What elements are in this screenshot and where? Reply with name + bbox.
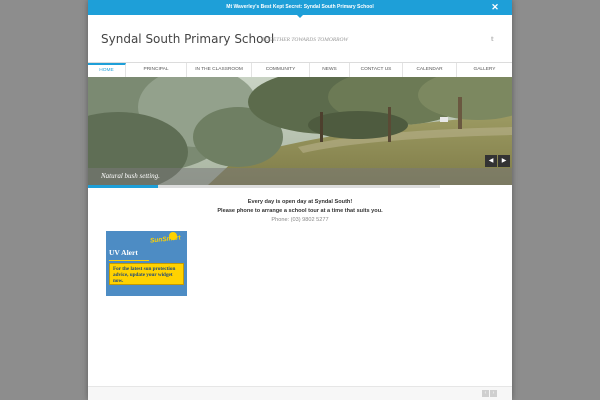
slider-progress-fill xyxy=(88,185,159,188)
nav-item-contact-us[interactable]: CONTACT US xyxy=(350,63,403,77)
intro-text: Every day is open day at Syndal South! P… xyxy=(88,198,512,225)
site-title[interactable]: Syndal South Primary School xyxy=(101,32,274,46)
uv-alert-widget[interactable]: SunSmart UV Alert For the latest sun pro… xyxy=(106,231,187,296)
uv-alert-message[interactable]: For the latest sun protection advice, up… xyxy=(109,263,184,285)
site-tagline: TOGETHER TOWARDS TOMORROW xyxy=(262,37,349,43)
footer-next-icon[interactable]: › xyxy=(490,390,497,397)
intro-line-1: Every day is open day at Syndal South! xyxy=(247,199,353,205)
main-navigation: HOME PRINCIPAL IN THE CLASSROOM COMMUNIT… xyxy=(88,62,512,78)
nav-item-calendar[interactable]: CALENDAR xyxy=(403,63,457,77)
announcement-bar[interactable]: Mt Waverley's Best Kept Secret: Syndal S… xyxy=(88,0,512,18)
announcement-pointer-icon xyxy=(296,14,304,18)
footer-prev-icon[interactable]: ‹ xyxy=(482,390,489,397)
slider-progress-bar xyxy=(88,185,440,188)
nav-item-principal[interactable]: PRINCIPAL xyxy=(126,63,187,77)
intro-line-2: Please phone to arrange a school tour at… xyxy=(217,208,383,214)
sunsmart-logo: SunSmart xyxy=(149,234,181,245)
slide-caption-bar: Natural bush setting. xyxy=(88,168,512,185)
uv-alert-title: UV Alert xyxy=(109,248,138,257)
slider-prev-icon[interactable]: ◀ xyxy=(485,155,497,167)
nav-item-community[interactable]: COMMUNITY xyxy=(252,63,310,77)
nav-item-in-the-classroom[interactable]: IN THE CLASSROOM xyxy=(187,63,252,77)
announcement-text[interactable]: Mt Waverley's Best Kept Secret: Syndal S… xyxy=(226,4,373,10)
slider-next-icon[interactable]: ▶ xyxy=(498,155,510,167)
close-icon[interactable]: ✕ xyxy=(489,1,501,13)
twitter-icon[interactable]: 𝕥 xyxy=(491,36,494,43)
slide-caption: Natural bush setting. xyxy=(101,172,160,180)
intro-phone: Phone: (03) 9802 5277 xyxy=(271,217,329,223)
page-footer: ‹ › xyxy=(88,386,512,400)
hero-slider[interactable]: Natural bush setting. xyxy=(88,77,512,185)
nav-item-gallery[interactable]: GALLERY xyxy=(457,63,512,77)
page-container: Mt Waverley's Best Kept Secret: Syndal S… xyxy=(88,0,512,400)
uv-title-underline xyxy=(109,260,149,261)
nav-item-home[interactable]: HOME xyxy=(88,63,126,77)
nav-item-news[interactable]: NEWS xyxy=(310,63,350,77)
